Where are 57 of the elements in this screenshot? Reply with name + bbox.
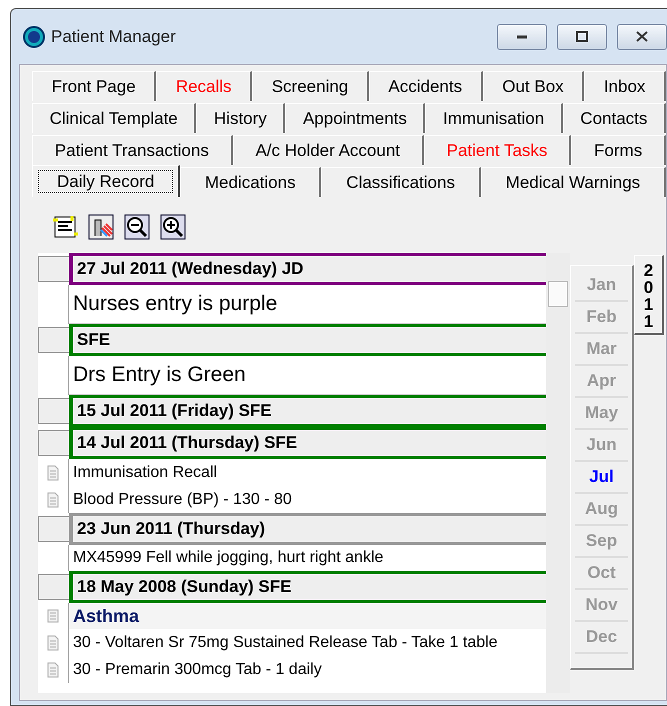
record-entry[interactable]: 30 - Voltaren Sr 75mg Sustained Release Tab - Take 1 table [73, 634, 498, 652]
record-entry[interactable]: MX45999 Fell while jogging, hurt right ankle [73, 549, 384, 567]
close-icon [636, 31, 648, 42]
tab[interactable]: Accidents [368, 71, 483, 101]
tab[interactable]: Patient Transactions [32, 135, 233, 165]
tab[interactable]: Front Page [32, 71, 156, 101]
row-gutter [38, 398, 69, 424]
maximize-button[interactable] [557, 24, 607, 50]
tab[interactable]: Appointments [285, 103, 426, 133]
tab[interactable]: History [196, 103, 286, 133]
list-icon [46, 608, 60, 624]
row-gutter [38, 516, 69, 542]
app-icon [23, 26, 45, 48]
document-icon [45, 662, 61, 678]
tab[interactable]: Inbox [584, 71, 666, 101]
document-icon [45, 634, 61, 650]
record-entry[interactable]: Immunisation Recall [73, 464, 218, 482]
minimize-icon [517, 34, 527, 38]
tab[interactable]: Patient Tasks [424, 135, 572, 165]
tab[interactable]: A/c Holder Account [232, 135, 424, 165]
date-header[interactable]: 18 May 2008 (Sunday) SFE [69, 571, 546, 603]
tab[interactable]: Classifications [321, 167, 481, 197]
minimize-button[interactable] [497, 24, 547, 50]
date-header[interactable]: SFE [69, 324, 546, 356]
date-header[interactable]: 23 Jun 2011 (Thursday) [69, 513, 546, 545]
date-header[interactable]: 27 Jul 2011 (Wednesday) JD [69, 253, 546, 285]
close-button[interactable] [617, 24, 667, 50]
report-icon[interactable] [52, 214, 78, 240]
category-heading: Asthma [73, 606, 140, 626]
tab[interactable]: Contacts [562, 103, 666, 133]
tab[interactable]: Screening [252, 71, 369, 101]
tab[interactable]: Out Box [482, 71, 584, 101]
date-header[interactable]: 14 Jul 2011 (Thursday) SFE [69, 427, 546, 459]
tab[interactable]: Immunisation [425, 103, 563, 133]
record-entry[interactable]: 30 - Premarin 300mcg Tab - 1 daily [73, 660, 322, 678]
date-header[interactable]: 15 Jul 2011 (Friday) SFE [69, 395, 546, 427]
month-tab[interactable]: Jul [575, 462, 628, 494]
tab[interactable]: Medical Warnings [480, 167, 666, 197]
row-gutter [38, 256, 69, 282]
year-tab[interactable]: 2011 [634, 255, 664, 335]
window-title: Patient Manager [51, 26, 177, 46]
row-gutter [38, 574, 69, 600]
zoom-out-icon[interactable] [124, 214, 150, 240]
zoom-in-icon[interactable] [160, 214, 186, 240]
maximize-icon [576, 31, 588, 42]
tab[interactable]: Medications [180, 167, 322, 197]
tab[interactable]: Recalls [156, 71, 252, 101]
tab[interactable]: Forms [571, 135, 666, 165]
tab[interactable]: Daily Record [32, 165, 180, 197]
scrollbar[interactable] [546, 253, 570, 693]
record-entry[interactable]: Blood Pressure (BP) - 130 - 80 [73, 490, 292, 508]
row-gutter [38, 327, 69, 353]
document-icon [45, 492, 61, 508]
document-icon [45, 464, 61, 480]
chart-icon[interactable] [88, 214, 114, 240]
row-gutter [38, 430, 69, 456]
tab[interactable]: Clinical Template [32, 103, 196, 133]
